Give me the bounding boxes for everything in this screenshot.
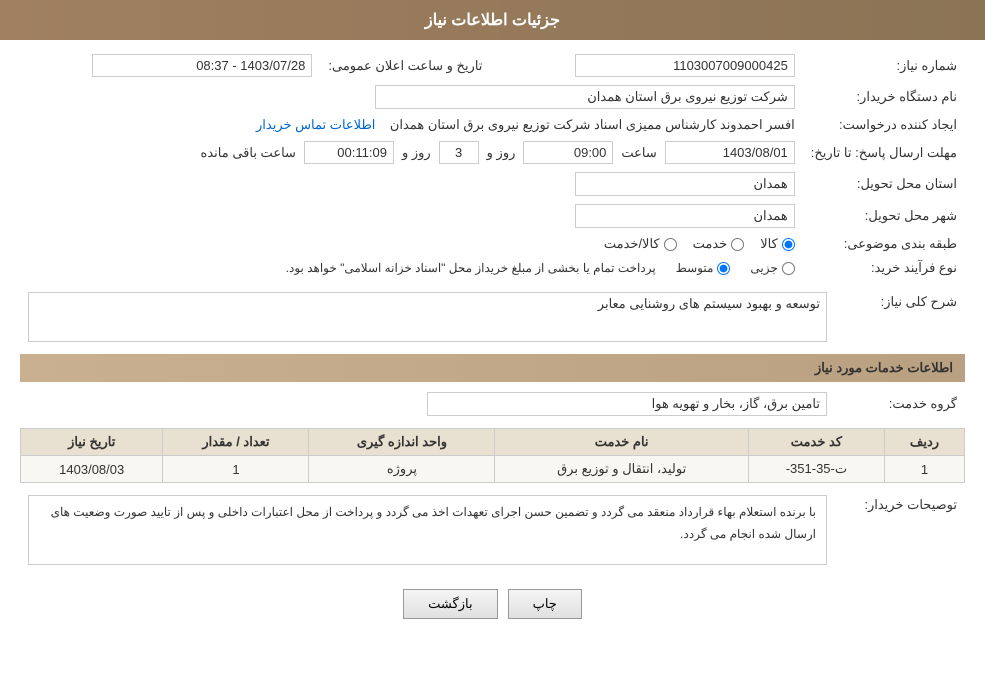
deadline-date: 1403/08/01 xyxy=(665,141,795,164)
deadline-remaining: 00:11:09 xyxy=(304,141,394,164)
buyer-org-label: نام دستگاه خریدار: xyxy=(803,81,965,113)
back-button[interactable]: بازگشت xyxy=(403,589,497,619)
province-value: همدان xyxy=(575,172,795,196)
purchase-type-label: نوع فرآیند خرید: xyxy=(803,256,965,280)
need-number-label: شماره نیاز: xyxy=(803,50,965,81)
category-option-kala-khedmat[interactable]: کالا/خدمت xyxy=(604,236,677,252)
page-title: جزئیات اطلاعات نیاز xyxy=(425,12,560,29)
category-label: طبقه بندی موضوعی: xyxy=(803,232,965,256)
purchase-type-jozi[interactable]: جزیی xyxy=(750,261,794,275)
cell-unit: پروژه xyxy=(309,456,495,483)
creator-label: ایجاد کننده درخواست: xyxy=(803,113,965,137)
services-table: ردیف کد خدمت نام خدمت واحد اندازه گیری ت… xyxy=(20,428,965,483)
deadline-days-label: روز و xyxy=(487,145,516,161)
deadline-remaining-label: ساعت باقی مانده xyxy=(201,145,296,161)
print-button[interactable]: چاپ xyxy=(508,589,582,619)
city-cell: همدان xyxy=(20,200,803,232)
cell-row-num: 1 xyxy=(884,456,964,483)
category-cell: کالا خدمت کالا/خدمت xyxy=(20,232,803,256)
creator-value: افسر احمدوند کارشناس ممیزی اسناد شرکت تو… xyxy=(390,117,795,132)
col-service-code: کد خدمت xyxy=(748,429,884,456)
date-cell: 1403/07/28 - 08:37 xyxy=(20,50,320,81)
services-section-header: اطلاعات خدمات مورد نیاز xyxy=(20,354,965,382)
deadline-days-word: روز و xyxy=(402,145,431,161)
date-value: 1403/07/28 - 08:37 xyxy=(92,54,312,77)
service-group-table: گروه خدمت: تامین برق، گاز، بخار و تهویه … xyxy=(20,388,965,420)
buyer-notes-table: توصیحات خریدار: با برنده استعلام بهاء قر… xyxy=(20,491,965,569)
need-number-cell: 1103007009000425 xyxy=(502,50,802,81)
purchase-type-motawaset[interactable]: متوسط xyxy=(676,261,731,275)
need-number-value: 1103007009000425 xyxy=(575,54,795,77)
cell-service-code: ت-35-351- xyxy=(748,456,884,483)
need-description-value: توسعه و بهبود سیستم های روشنایی معابر xyxy=(28,292,827,342)
deadline-cell: 1403/08/01 ساعت 09:00 روز و 3 روز و 00:1… xyxy=(20,137,803,168)
col-row-num: ردیف xyxy=(884,429,964,456)
city-label: شهر محل تحویل: xyxy=(803,200,965,232)
service-group-label: گروه خدمت: xyxy=(835,388,965,420)
col-unit: واحد اندازه گیری xyxy=(309,429,495,456)
services-title: اطلاعات خدمات مورد نیاز xyxy=(815,360,953,375)
cell-service-name: تولید، انتقال و توزیع برق xyxy=(495,456,748,483)
cell-date: 1403/08/03 xyxy=(21,456,163,483)
service-group-value: تامین برق، گاز، بخار و تهویه هوا xyxy=(427,392,827,416)
creator-cell: افسر احمدوند کارشناس ممیزی اسناد شرکت تو… xyxy=(20,113,803,137)
buyer-notes-label: توصیحات خریدار: xyxy=(835,491,965,569)
deadline-time: 09:00 xyxy=(523,141,613,164)
table-row: 1 ت-35-351- تولید، انتقال و توزیع برق پر… xyxy=(21,456,965,483)
need-desc-table: شرح کلی نیاز: توسعه و بهبود سیستم های رو… xyxy=(20,288,965,346)
purchase-note: پرداخت تمام یا بخشی از مبلغ خریداز محل "… xyxy=(286,261,656,275)
date-label: تاریخ و ساعت اعلان عمومی: xyxy=(320,50,502,81)
province-cell: همدان xyxy=(20,168,803,200)
category-option-kala[interactable]: کالا xyxy=(760,236,795,252)
buyer-notes-value: با برنده استعلام بهاء قرارداد منعقد می گ… xyxy=(28,495,827,565)
service-group-cell: تامین برق، گاز، بخار و تهویه هوا xyxy=(20,388,835,420)
buyer-org-value: شرکت توزیع نیروی برق استان همدان xyxy=(375,85,795,109)
buyer-notes-cell: با برنده استعلام بهاء قرارداد منعقد می گ… xyxy=(20,491,835,569)
need-desc-label: شرح کلی نیاز: xyxy=(835,288,965,346)
page-header: جزئیات اطلاعات نیاز xyxy=(0,0,985,40)
cell-quantity: 1 xyxy=(163,456,309,483)
need-desc-cell: توسعه و بهبود سیستم های روشنایی معابر xyxy=(20,288,835,346)
deadline-label: مهلت ارسال پاسخ: تا تاریخ: xyxy=(803,137,965,168)
button-bar: چاپ بازگشت xyxy=(20,577,965,631)
category-option-khedmat[interactable]: خدمت xyxy=(693,236,745,252)
city-value: همدان xyxy=(575,204,795,228)
buyer-org-cell: شرکت توزیع نیروی برق استان همدان xyxy=(20,81,803,113)
creator-link[interactable]: اطلاعات تماس خریدار xyxy=(256,117,375,132)
col-quantity: تعداد / مقدار xyxy=(163,429,309,456)
province-label: استان محل تحویل: xyxy=(803,168,965,200)
deadline-days: 3 xyxy=(439,141,479,164)
col-service-name: نام خدمت xyxy=(495,429,748,456)
deadline-time-label: ساعت xyxy=(621,145,656,161)
col-date: تاریخ نیاز xyxy=(21,429,163,456)
main-content: شماره نیاز: 1103007009000425 تاریخ و ساع… xyxy=(0,40,985,641)
page-wrapper: جزئیات اطلاعات نیاز شماره نیاز: 11030070… xyxy=(0,0,985,691)
main-info-table: شماره نیاز: 1103007009000425 تاریخ و ساع… xyxy=(20,50,965,280)
purchase-type-cell: جزیی متوسط پرداخت تمام یا بخشی از مبلغ خ… xyxy=(20,256,803,280)
